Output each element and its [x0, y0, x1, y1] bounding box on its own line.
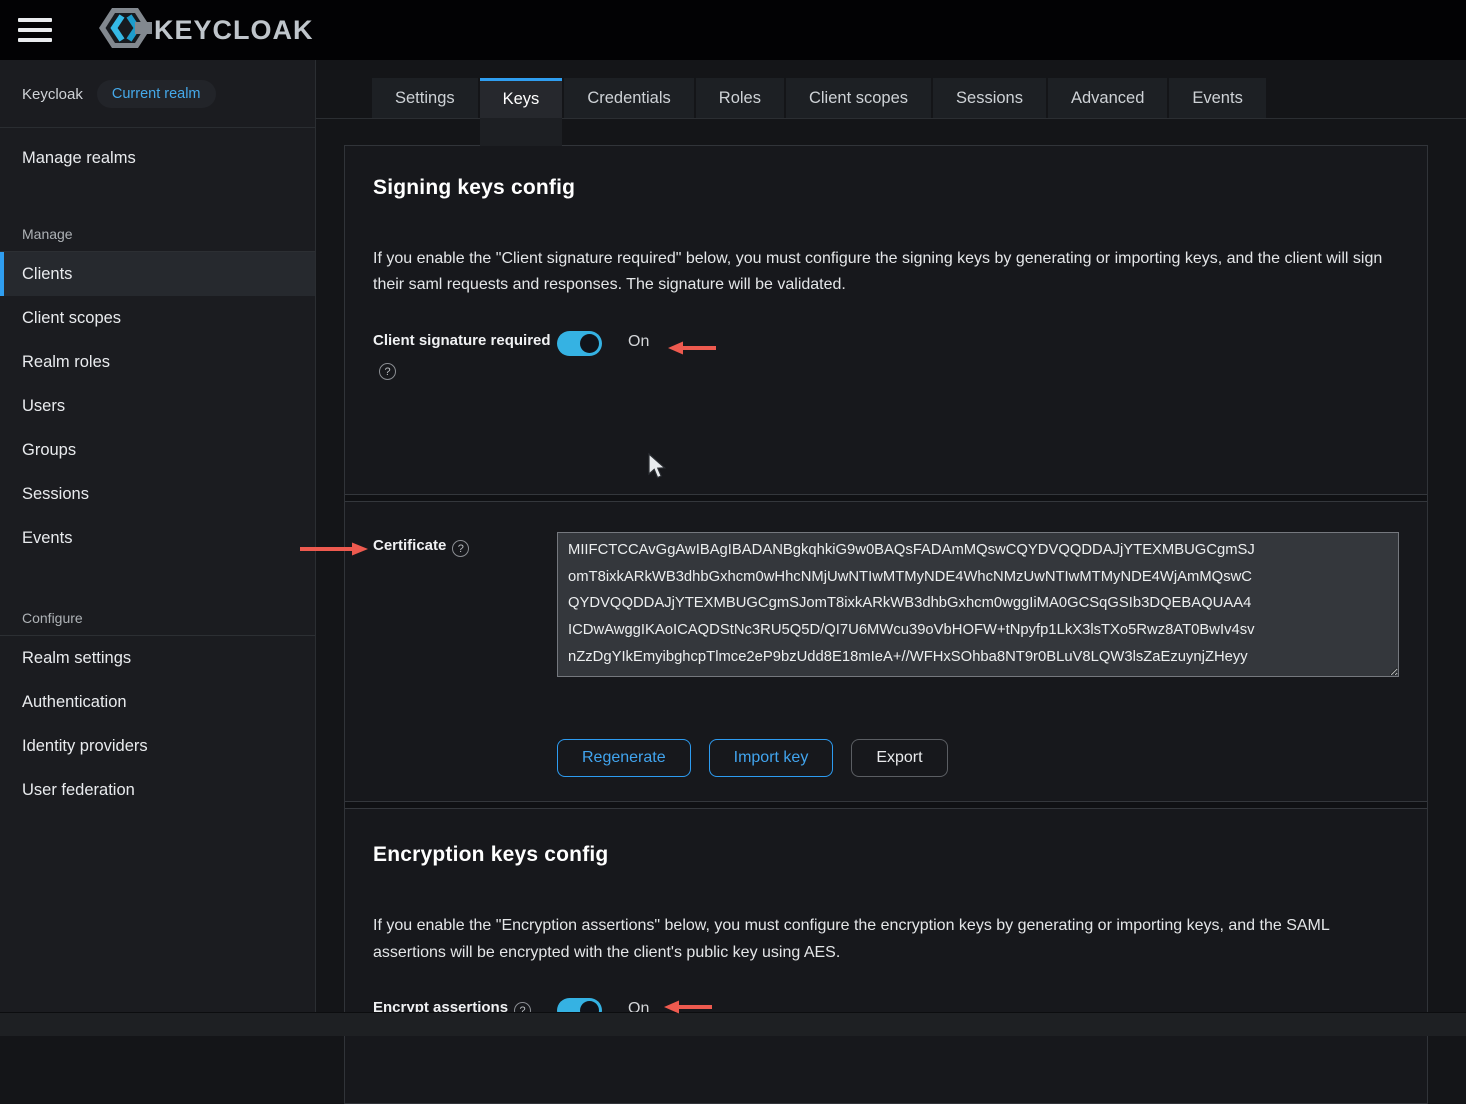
certificate-row: Certificate? MIIFCTCCAvGgAwIBAgIBADANBgk… — [373, 532, 1399, 677]
tab-sessions[interactable]: Sessions — [933, 78, 1046, 118]
annotation-arrow-certificate — [298, 541, 370, 562]
help-icon[interactable]: ? — [379, 363, 396, 380]
client-signature-required-state: On — [628, 327, 649, 383]
hamburger-menu-icon[interactable] — [18, 16, 54, 44]
tab-advanced[interactable]: Advanced — [1048, 78, 1167, 118]
client-signature-required-toggle[interactable] — [557, 331, 602, 356]
section-divider — [345, 801, 1427, 809]
brand-name: KEYCLOAK — [154, 15, 314, 46]
encryption-keys-section: Encryption keys config If you enable the… — [345, 809, 1427, 1103]
sidebar-item-sessions[interactable]: Sessions — [0, 472, 315, 516]
encryption-keys-title: Encryption keys config — [373, 843, 1399, 867]
regenerate-button[interactable]: Regenerate — [557, 739, 691, 777]
client-signature-required-row: Client signature required? On — [373, 327, 1399, 383]
keycloak-logo: KEYCLOAK — [98, 5, 314, 56]
client-signature-required-label: Client signature required? — [373, 327, 557, 383]
import-key-button[interactable]: Import key — [709, 739, 834, 777]
tab-client-scopes[interactable]: Client scopes — [786, 78, 931, 118]
keys-config-card: Signing keys config If you enable the "C… — [344, 145, 1428, 1104]
tab-settings[interactable]: Settings — [372, 78, 478, 118]
certificate-section: Certificate? MIIFCTCCAvGgAwIBAgIBADANBgk… — [345, 502, 1427, 801]
sidebar-item-realm-settings[interactable]: Realm settings — [0, 636, 315, 680]
certificate-label: Certificate? — [373, 532, 557, 677]
tab-credentials[interactable]: Credentials — [564, 78, 693, 118]
tab-roles[interactable]: Roles — [696, 78, 784, 118]
mouse-cursor — [646, 452, 668, 487]
tab-events[interactable]: Events — [1169, 78, 1265, 118]
signing-keys-title: Signing keys config — [373, 176, 1399, 200]
annotation-arrow-client-signature — [666, 340, 718, 361]
sidebar-section-manage: Manage — [0, 226, 315, 251]
sidebar-item-user-federation[interactable]: User federation — [0, 768, 315, 812]
sidebar-section-configure: Configure — [0, 610, 315, 635]
annotation-arrow-encrypt-assertions — [662, 999, 714, 1020]
current-realm-badge[interactable]: Current realm — [97, 80, 216, 108]
certificate-textarea[interactable]: MIIFCTCCAvGgAwIBAgIBADANBgkqhkiG9w0BAQsF… — [557, 532, 1399, 677]
sidebar-item-manage-realms[interactable]: Manage realms — [0, 136, 315, 180]
keycloak-logo-icon — [98, 5, 152, 56]
realm-name: Keycloak — [22, 86, 83, 103]
signing-keys-description: If you enable the "Client signature requ… — [373, 246, 1399, 299]
sidebar-item-identity-providers[interactable]: Identity providers — [0, 724, 315, 768]
sidebar-item-authentication[interactable]: Authentication — [0, 680, 315, 724]
tab-keys[interactable]: Keys — [480, 78, 563, 118]
top-bar: KEYCLOAK — [0, 0, 1466, 60]
realm-selector[interactable]: Keycloak Current realm — [0, 60, 315, 128]
sidebar-item-realm-roles[interactable]: Realm roles — [0, 340, 315, 384]
sidebar-item-groups[interactable]: Groups — [0, 428, 315, 472]
help-icon[interactable]: ? — [452, 540, 469, 557]
export-button[interactable]: Export — [851, 739, 947, 777]
main-content: Settings Keys Credentials Roles Client s… — [316, 60, 1466, 1036]
certificate-actions: Regenerate Import key Export — [557, 739, 1399, 801]
sidebar-item-events[interactable]: Events — [0, 516, 315, 560]
sidebar: Keycloak Current realm Manage realms Man… — [0, 60, 316, 1036]
sidebar-item-client-scopes[interactable]: Client scopes — [0, 296, 315, 340]
bottom-strip — [0, 1012, 1466, 1036]
section-divider — [345, 494, 1427, 502]
sidebar-item-users[interactable]: Users — [0, 384, 315, 428]
signing-keys-section: Signing keys config If you enable the "C… — [345, 146, 1427, 494]
encryption-keys-description: If you enable the "Encryption assertions… — [373, 913, 1399, 966]
client-tabs: Settings Keys Credentials Roles Client s… — [316, 60, 1466, 118]
sidebar-item-clients[interactable]: Clients — [0, 252, 315, 296]
